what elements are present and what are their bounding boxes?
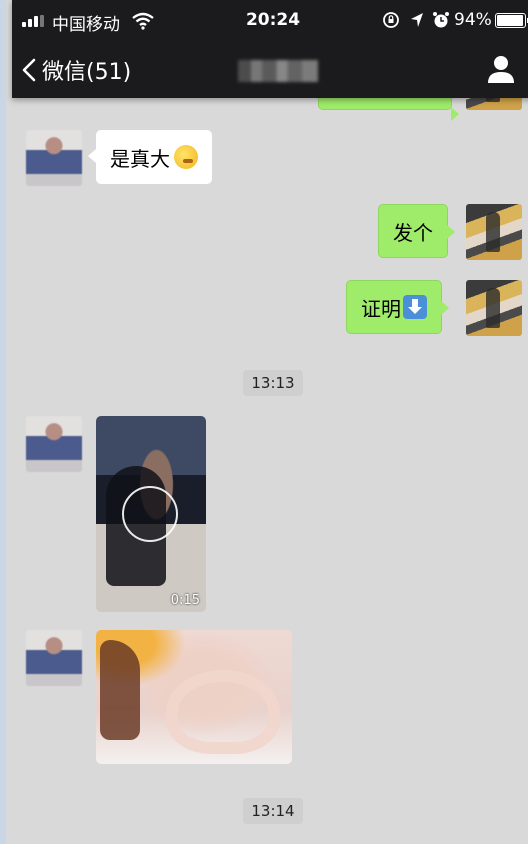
message-bubble-outgoing[interactable]: 发个 [378, 204, 455, 258]
down-arrow-emoji [403, 295, 427, 319]
timestamp: 13:13 [12, 370, 528, 396]
battery-icon [495, 13, 528, 28]
person-icon[interactable] [486, 54, 516, 84]
back-button[interactable]: 微信(51) [22, 50, 131, 90]
image-message[interactable] [96, 630, 292, 764]
video-message[interactable]: 0:15 [96, 416, 206, 612]
my-avatar[interactable] [466, 204, 522, 260]
contact-avatar[interactable] [26, 130, 82, 186]
status-time: 20:24 [245, 10, 301, 30]
message-bubble-outgoing[interactable]: 证明 [346, 280, 449, 334]
blurred-contact-name [238, 60, 318, 82]
chevron-left-icon [22, 58, 36, 82]
timestamp-text: 13:13 [243, 370, 303, 396]
message-text: 是真大 [110, 146, 170, 171]
timestamp: 13:14 [12, 798, 528, 824]
location-icon [411, 13, 423, 27]
message-text: 证明 [361, 296, 401, 321]
status-bar: 中国移动 20:24 94% [12, 0, 528, 42]
play-icon [122, 486, 178, 542]
battery-percent: 94% [454, 10, 492, 30]
nav-bar: 微信(51) [12, 42, 528, 98]
message-text: 发个 [393, 220, 433, 245]
lock-rotation-icon [383, 12, 399, 28]
wechat-chat-screen: 中国移动 20:24 94% 微信(51) 是真大 发个 证明 13:13 0:… [0, 0, 528, 844]
chat-area[interactable]: 是真大 发个 证明 13:13 0:15 13:14 [12, 54, 528, 844]
video-duration: 0:15 [170, 593, 200, 608]
my-avatar[interactable] [466, 280, 522, 336]
contact-avatar[interactable] [26, 416, 82, 472]
thinking-face-emoji [174, 145, 198, 169]
timestamp-text: 13:14 [243, 798, 303, 824]
message-bubble-incoming[interactable]: 是真大 [88, 130, 212, 184]
back-label: 微信(51) [42, 60, 132, 85]
contact-avatar[interactable] [26, 630, 82, 686]
top-header: 中国移动 20:24 94% 微信(51) [12, 0, 528, 98]
alarm-icon [433, 12, 449, 28]
